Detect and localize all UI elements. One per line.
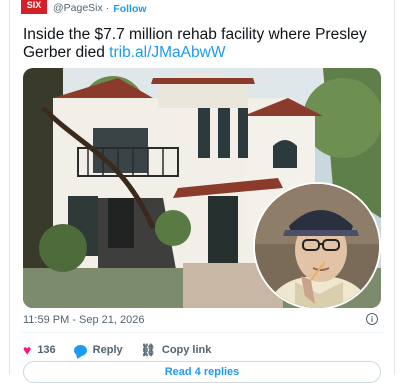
reply-button[interactable]: Reply: [73, 344, 123, 356]
avatar[interactable]: SIX: [21, 0, 47, 14]
tweet-text: Inside the $7.7 million rehab facility w…: [23, 26, 383, 62]
info-icon[interactable]: i: [366, 313, 378, 325]
follow-button[interactable]: Follow: [113, 3, 146, 15]
separator-dot: ·: [105, 2, 110, 14]
divider: [21, 332, 383, 333]
link-icon: ⛓: [140, 343, 156, 357]
heart-icon: ♥: [23, 342, 32, 358]
read-replies-button[interactable]: Read 4 replies: [23, 361, 381, 383]
portrait-illustration: [255, 184, 379, 308]
copy-link-button[interactable]: ⛓ Copy link: [141, 343, 212, 357]
inset-portrait: [253, 182, 381, 310]
author-handle[interactable]: @PageSix: [53, 2, 103, 14]
tweet-link[interactable]: trib.al/JMaAbwW: [109, 44, 225, 61]
like-button[interactable]: ♥ 136: [23, 342, 56, 358]
tweet-header: SIX @PageSix · Follow: [21, 0, 147, 18]
tweet-timestamp[interactable]: 11:59 PM - Sep 21, 2026: [23, 314, 145, 326]
copy-link-label: Copy link: [161, 344, 212, 356]
tweet-actions: ♥ 136 Reply ⛓ Copy link: [23, 342, 229, 358]
reply-bubble-icon: [73, 344, 87, 356]
like-count: 136: [37, 344, 56, 356]
reply-label: Reply: [92, 344, 123, 356]
